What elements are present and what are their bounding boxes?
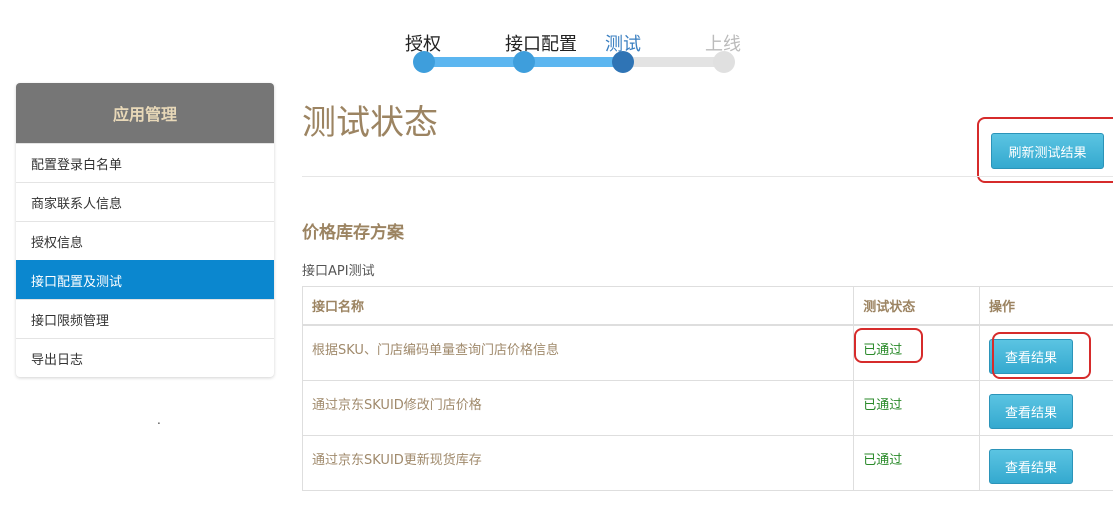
sidebar-item-auth-info[interactable]: 授权信息 <box>16 221 274 260</box>
page-title: 测试状态 <box>302 103 438 143</box>
step-label-config: 接口配置 <box>505 34 577 55</box>
divider <box>302 176 1113 177</box>
table-row: 通过京东SKUID修改门店价格 已通过 查看结果 <box>301 379 1113 436</box>
table-header-row: 接口名称 测试状态 操作 <box>301 286 1113 326</box>
table-row: 通过京东SKUID更新现货库存 已通过 查看结果 <box>301 434 1113 491</box>
sidebar-item-contacts[interactable]: 商家联系人信息 <box>16 182 274 221</box>
api-name-cell: 通过京东SKUID更新现货库存 <box>301 434 855 491</box>
column-header-test-status: 测试状态 <box>853 286 981 326</box>
step-dot-test <box>612 51 634 73</box>
action-cell: 查看结果 <box>979 434 1113 491</box>
api-test-table: 接口名称 测试状态 操作 根据SKU、门店编码单量查询门店价格信息 已通过 查看… <box>301 286 1113 491</box>
sidebar-item-whitelist[interactable]: 配置登录白名单 <box>16 143 274 182</box>
action-cell: 查看结果 <box>979 379 1113 436</box>
column-header-action: 操作 <box>979 286 1113 326</box>
highlight-box-status <box>854 328 923 363</box>
sub-title: 接口API测试 <box>302 264 375 279</box>
sidebar-item-rate-limit[interactable]: 接口限频管理 <box>16 299 274 338</box>
section-title: 价格库存方案 <box>302 223 404 243</box>
status-cell: 已通过 <box>853 379 981 436</box>
api-name-cell: 根据SKU、门店编码单量查询门店价格信息 <box>301 324 855 381</box>
column-header-api-name: 接口名称 <box>301 286 855 326</box>
highlight-box-view-result <box>992 332 1091 379</box>
progress-steps: 授权 接口配置 测试 上线 <box>0 0 1113 80</box>
sidebar-item-api-config-test[interactable]: 接口配置及测试 <box>16 260 274 299</box>
step-track-todo <box>623 57 724 67</box>
step-dot-auth <box>413 51 435 73</box>
refresh-results-button[interactable]: 刷新测试结果 <box>991 133 1104 169</box>
view-result-button[interactable]: 查看结果 <box>989 393 1074 429</box>
status-cell: 已通过 <box>853 434 981 491</box>
sidebar: 应用管理 配置登录白名单 商家联系人信息 授权信息 接口配置及测试 接口限频管理… <box>16 83 274 377</box>
step-dot-online <box>713 51 735 73</box>
sidebar-item-export-logs[interactable]: 导出日志 <box>16 338 274 377</box>
api-name-cell: 通过京东SKUID修改门店价格 <box>301 379 855 436</box>
view-result-button[interactable]: 查看结果 <box>989 448 1074 484</box>
stray-mark: . <box>157 413 161 427</box>
step-dot-config <box>513 51 535 73</box>
sidebar-title: 应用管理 <box>16 83 274 143</box>
